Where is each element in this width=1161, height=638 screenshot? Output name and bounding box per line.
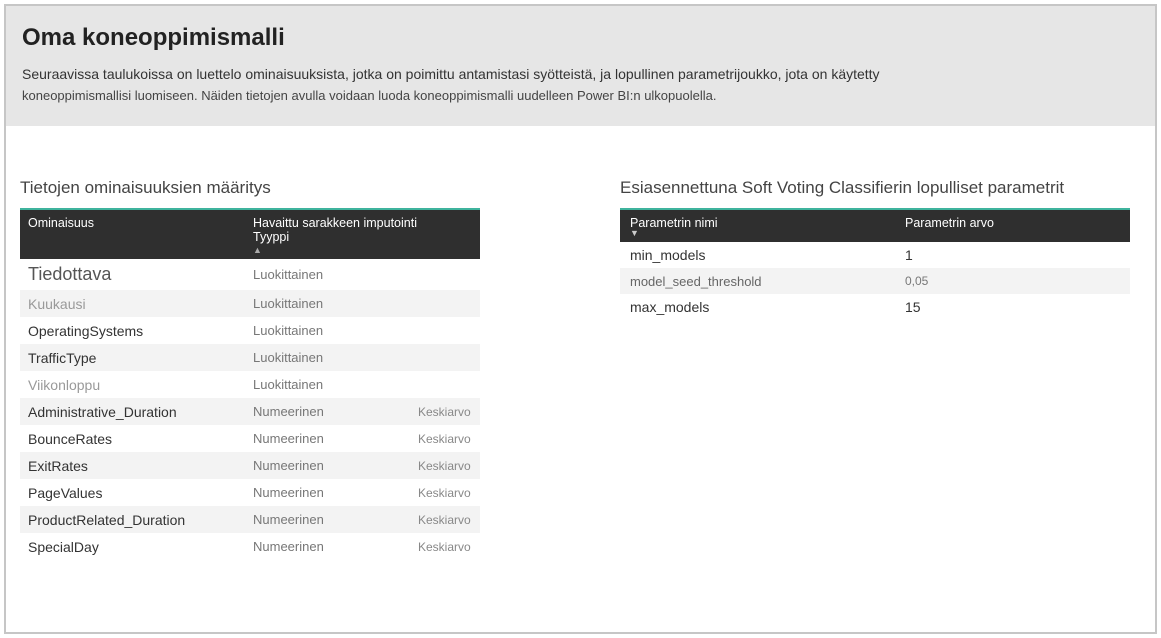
feature-cell: OperatingSystems — [28, 323, 253, 339]
imputation-cell: Keskiarvo — [418, 486, 471, 500]
table-row[interactable]: Administrative_Duration Numeerinen Keski… — [20, 398, 480, 425]
type-cell: Luokittainen — [253, 267, 418, 282]
table-row[interactable]: min_models 1 — [620, 242, 1130, 268]
imputation-cell: Keskiarvo — [418, 513, 471, 527]
type-cell: Luokittainen — [253, 350, 418, 365]
param-name-cell: max_models — [630, 299, 905, 315]
content-area: Tietojen ominaisuuksien määritys Ominais… — [6, 126, 1155, 574]
column-header-param-name[interactable]: Parametrin nimi ▼ — [630, 216, 905, 236]
param-value-cell: 0,05 — [905, 274, 928, 288]
parameters-section-title: Esiasennettuna Soft Voting Classifierin … — [620, 178, 1130, 198]
param-name-cell: model_seed_threshold — [630, 274, 905, 289]
table-row[interactable]: max_models 15 — [620, 294, 1130, 320]
type-cell: Numeerinen — [253, 512, 418, 527]
page-title: Oma koneoppimismalli — [22, 24, 1139, 52]
sort-ascending-icon: ▲ — [253, 245, 418, 255]
feature-cell: ProductRelated_Duration — [28, 512, 253, 528]
feature-cell: BounceRates — [28, 431, 253, 447]
description-line2: koneoppimismallisi luomiseen. Näiden tie… — [22, 88, 716, 103]
parameters-section: Esiasennettuna Soft Voting Classifierin … — [620, 178, 1130, 560]
type-cell: Luokittainen — [253, 323, 418, 338]
feature-cell: PageValues — [28, 485, 253, 501]
feature-cell: SpecialDay — [28, 539, 253, 555]
column-header-param-name-label: Parametrin nimi — [630, 216, 905, 230]
param-name-cell: min_models — [630, 247, 905, 263]
type-cell: Numeerinen — [253, 404, 418, 419]
table-row[interactable]: Kuukausi Luokittainen — [20, 290, 480, 317]
features-table-body: Tiedottava Luokittainen Kuukausi Luokitt… — [20, 259, 480, 560]
type-cell: Numeerinen — [253, 458, 418, 473]
column-header-feature[interactable]: Ominaisuus — [28, 216, 253, 255]
table-row[interactable]: TrafficType Luokittainen — [20, 344, 480, 371]
feature-cell: Tiedottava — [28, 264, 253, 285]
column-header-type[interactable]: Havaittu sarakkeen imputointi Tyyppi ▲ — [253, 216, 418, 255]
column-header-param-value[interactable]: Parametrin arvo — [905, 216, 994, 236]
table-row[interactable]: Viikonloppu Luokittainen — [20, 371, 480, 398]
type-cell: Luokittainen — [253, 377, 418, 392]
imputation-cell: Keskiarvo — [418, 405, 471, 419]
features-table: Ominaisuus Havaittu sarakkeen imputointi… — [20, 208, 480, 560]
features-table-header: Ominaisuus Havaittu sarakkeen imputointi… — [20, 208, 480, 259]
param-value-cell: 15 — [905, 299, 921, 315]
feature-cell: TrafficType — [28, 350, 253, 366]
parameters-table-header: Parametrin nimi ▼ Parametrin arvo — [620, 208, 1130, 242]
feature-cell: ExitRates — [28, 458, 253, 474]
table-row[interactable]: ProductRelated_Duration Numeerinen Keski… — [20, 506, 480, 533]
type-cell: Numeerinen — [253, 431, 418, 446]
type-cell: Numeerinen — [253, 485, 418, 500]
table-row[interactable]: BounceRates Numeerinen Keskiarvo — [20, 425, 480, 452]
param-value-cell: 1 — [905, 247, 913, 263]
column-header-type-line1: Havaittu sarakkeen imputointi — [253, 216, 418, 230]
type-cell: Luokittainen — [253, 296, 418, 311]
features-section: Tietojen ominaisuuksien määritys Ominais… — [20, 178, 480, 560]
parameters-table: Parametrin nimi ▼ Parametrin arvo min_mo… — [620, 208, 1130, 320]
table-row[interactable]: SpecialDay Numeerinen Keskiarvo — [20, 533, 480, 560]
imputation-cell: Keskiarvo — [418, 459, 471, 473]
feature-cell: Administrative_Duration — [28, 404, 253, 420]
parameters-table-body: min_models 1 model_seed_threshold 0,05 m… — [620, 242, 1130, 320]
table-row[interactable]: Tiedottava Luokittainen — [20, 259, 480, 290]
report-header: Oma koneoppimismalli Seuraavissa tauluko… — [6, 6, 1155, 126]
imputation-cell: Keskiarvo — [418, 540, 471, 554]
description-line1: Seuraavissa taulukoissa on luettelo omin… — [22, 66, 880, 82]
table-row[interactable]: ExitRates Numeerinen Keskiarvo — [20, 452, 480, 479]
table-row[interactable]: PageValues Numeerinen Keskiarvo — [20, 479, 480, 506]
feature-cell: Kuukausi — [28, 296, 253, 312]
feature-cell: Viikonloppu — [28, 377, 253, 393]
sort-descending-icon: ▼ — [630, 231, 905, 236]
table-row[interactable]: model_seed_threshold 0,05 — [620, 268, 1130, 294]
type-cell: Numeerinen — [253, 539, 418, 554]
report-container: Oma koneoppimismalli Seuraavissa tauluko… — [4, 4, 1157, 634]
table-row[interactable]: OperatingSystems Luokittainen — [20, 317, 480, 344]
features-section-title: Tietojen ominaisuuksien määritys — [20, 178, 480, 198]
column-header-type-line2: Tyyppi — [253, 230, 418, 244]
page-description: Seuraavissa taulukoissa on luettelo omin… — [22, 64, 1139, 106]
imputation-cell: Keskiarvo — [418, 432, 471, 446]
